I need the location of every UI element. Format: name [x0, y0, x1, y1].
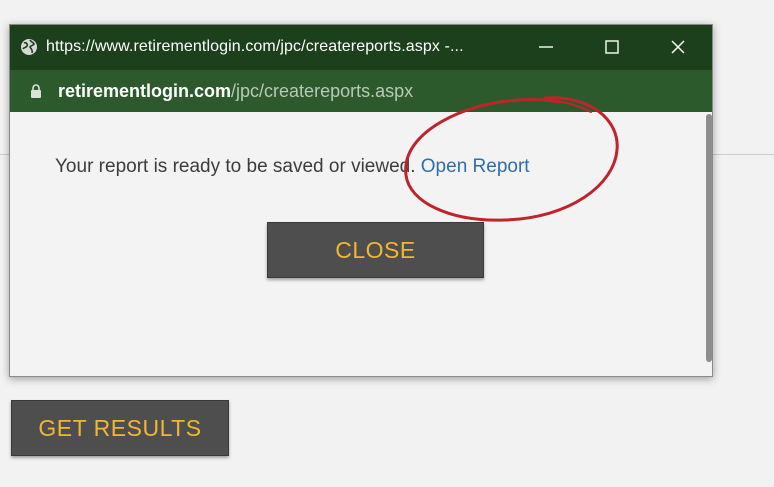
address-path: /jpc/createreports.aspx	[231, 81, 414, 101]
scrollbar[interactable]	[705, 112, 712, 376]
address-domain: retirementlogin.com	[58, 81, 232, 101]
page: https://www.retirementlogin.com/jpc/crea…	[0, 0, 774, 487]
close-icon	[671, 40, 685, 54]
scrollbar-thumb[interactable]	[706, 114, 712, 362]
lock-icon	[31, 84, 41, 98]
window-title: https://www.retirementlogin.com/jpc/crea…	[46, 38, 464, 55]
minimize-icon	[539, 46, 553, 48]
address-url: retirementlogin.com/jpc/createreports.as…	[58, 81, 413, 102]
window-close-button[interactable]	[656, 31, 700, 63]
popup-window: https://www.retirementlogin.com/jpc/crea…	[9, 24, 713, 377]
address-bar[interactable]: retirementlogin.com/jpc/createreports.as…	[10, 70, 712, 112]
minimize-button[interactable]	[524, 31, 568, 63]
get-results-button[interactable]: GET RESULTS	[11, 400, 229, 456]
popup-content: Your report is ready to be saved or view…	[10, 112, 705, 376]
maximize-icon	[605, 40, 619, 54]
title-bar[interactable]: https://www.retirementlogin.com/jpc/crea…	[10, 25, 712, 70]
open-report-link[interactable]: Open Report	[421, 156, 530, 177]
background-divider	[712, 154, 774, 155]
message-text: Your report is ready to be saved or view…	[55, 156, 416, 177]
maximize-button[interactable]	[590, 31, 634, 63]
close-button[interactable]: CLOSE	[267, 222, 484, 278]
report-ready-message: Your report is ready to be saved or view…	[55, 156, 530, 178]
globe-icon	[21, 39, 37, 55]
